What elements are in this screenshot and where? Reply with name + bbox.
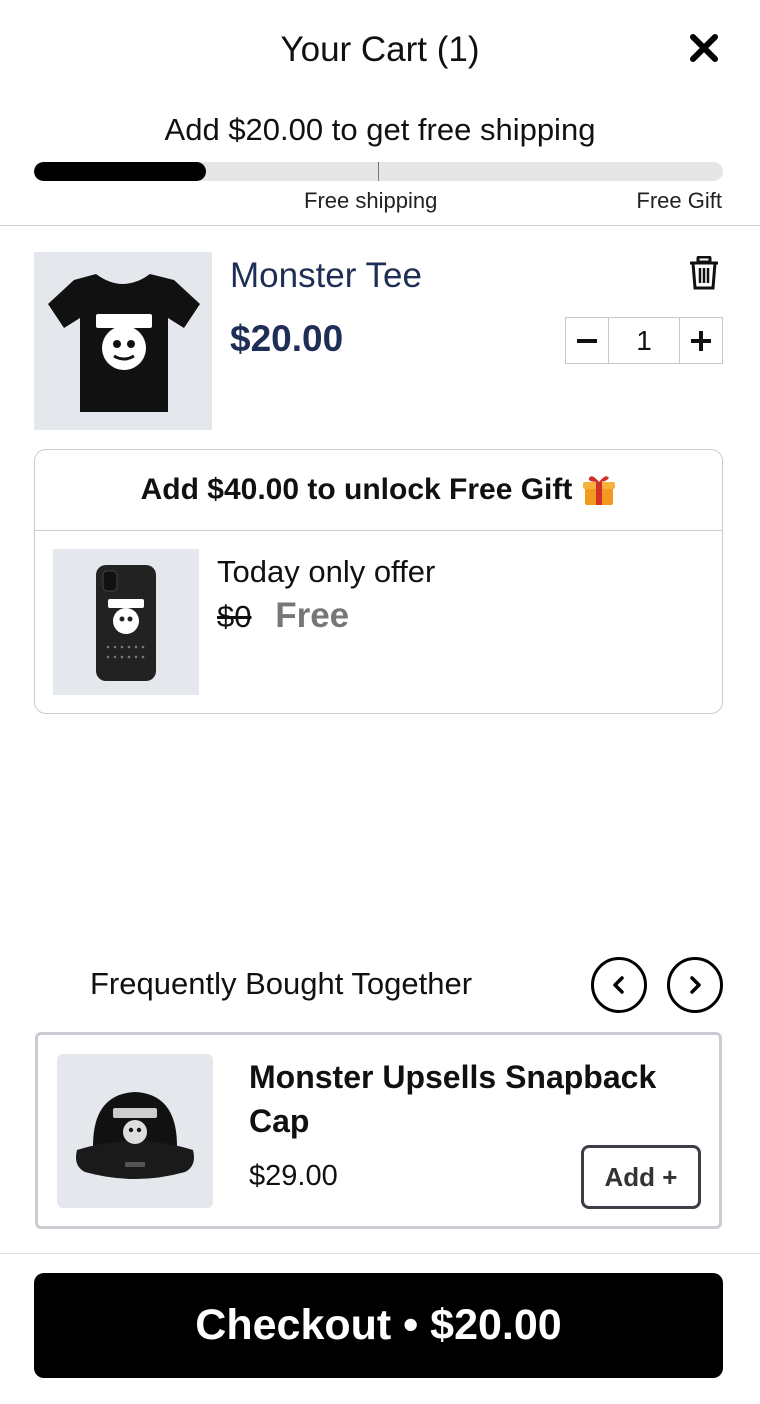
- free-price: Free: [275, 596, 350, 635]
- quantity-value[interactable]: 1: [608, 318, 680, 363]
- milestone-free-shipping: Free shipping: [304, 188, 438, 213]
- progress-milestone-tick: [378, 162, 379, 181]
- chevron-right-icon: [690, 976, 701, 994]
- cart-item: Monster Tee $20.00 1: [34, 252, 723, 432]
- gift-icon: [582, 473, 616, 507]
- milestone-free-gift: Free Gift: [636, 188, 722, 213]
- cart-header: Your Cart (1): [0, 0, 760, 100]
- close-icon[interactable]: [686, 30, 722, 66]
- offer-price: $0 Free: [217, 596, 349, 636]
- minus-icon: [577, 338, 597, 343]
- phone-case-image[interactable]: [53, 549, 199, 695]
- checkout-button[interactable]: Checkout • $20.00: [34, 1273, 723, 1378]
- original-price: $0: [217, 599, 252, 634]
- carousel-next-button[interactable]: [667, 957, 723, 1013]
- free-gift-offer: Add $40.00 to unlock Free Gift Today onl…: [34, 449, 723, 714]
- plus-icon: [691, 330, 711, 351]
- add-to-cart-button[interactable]: Add +: [581, 1145, 701, 1209]
- quantity-stepper: 1: [565, 317, 723, 364]
- cap-image[interactable]: [57, 1054, 213, 1208]
- carousel-prev-button[interactable]: [591, 957, 647, 1013]
- product-price: $20.00: [230, 318, 344, 359]
- decrease-quantity-button[interactable]: [566, 318, 608, 363]
- tshirt-image[interactable]: [34, 252, 212, 430]
- cart-title: Your Cart (1): [280, 30, 480, 69]
- fbt-product-name[interactable]: Monster Upsells Snapback Cap: [249, 1055, 699, 1143]
- trash-icon[interactable]: [689, 255, 719, 290]
- shipping-progress-fill: [34, 162, 207, 181]
- divider: [0, 1253, 760, 1254]
- fbt-product-price: $29.00: [249, 1160, 338, 1192]
- product-name[interactable]: Monster Tee: [230, 256, 422, 296]
- fbt-product-card: Monster Upsells Snapback Cap $29.00 Add …: [35, 1032, 722, 1229]
- divider: [0, 225, 760, 226]
- gift-offer-header: Add $40.00 to unlock Free Gift: [35, 450, 722, 531]
- increase-quantity-button[interactable]: [680, 318, 722, 363]
- offer-label: Today only offer: [217, 554, 436, 589]
- fbt-title: Frequently Bought Together: [90, 966, 473, 1001]
- gift-offer-headline: Add $40.00 to unlock Free Gift: [140, 473, 573, 506]
- free-shipping-message: Add $20.00 to get free shipping: [164, 112, 596, 147]
- chevron-left-icon: [613, 976, 624, 994]
